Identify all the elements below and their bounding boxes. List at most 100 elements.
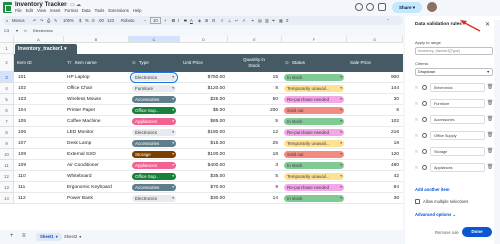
- unit-price-cell[interactable]: $400.00: [180, 160, 225, 171]
- formula-input[interactable]: Electronics: [33, 28, 53, 33]
- dropdown-option-input[interactable]: Appliances: [430, 163, 485, 172]
- row-header[interactable]: 2: [0, 54, 14, 72]
- criteria-select[interactable]: Dropdown ▾: [415, 68, 493, 76]
- item-id-cell[interactable]: 110: [18, 171, 58, 182]
- item-id-cell[interactable]: 109: [18, 160, 58, 171]
- sale-price-cell[interactable]: 84: [347, 182, 399, 193]
- sale-price-cell[interactable]: 6: [347, 105, 399, 116]
- trash-icon[interactable]: 🗑: [487, 116, 493, 122]
- item-name-cell[interactable]: External SSD: [67, 149, 129, 160]
- status-chip[interactable]: Re-purchase needed ▾: [284, 129, 344, 136]
- column-header-e[interactable]: E: [228, 36, 282, 43]
- comment-icon[interactable]: ▤: [258, 18, 262, 23]
- item-name-cell[interactable]: Air Conditioner: [67, 160, 129, 171]
- version-history-icon[interactable]: [355, 3, 363, 11]
- currency-format-button[interactable]: $: [79, 18, 81, 23]
- column-header-a[interactable]: A: [14, 36, 64, 43]
- type-chip[interactable]: Furniture ▾: [132, 85, 176, 92]
- increase-decimal-button[interactable]: .00: [98, 18, 104, 23]
- column-header-d[interactable]: D: [180, 36, 228, 43]
- menu-insert[interactable]: Insert: [50, 8, 60, 13]
- trash-icon[interactable]: 🗑: [487, 100, 493, 106]
- italic-icon[interactable]: I: [178, 18, 179, 23]
- drag-handle-icon[interactable]: ⠿: [415, 85, 418, 90]
- fill-color-icon[interactable]: ◈: [198, 18, 201, 23]
- row-header[interactable]: 14: [0, 193, 14, 204]
- search-menus-icon[interactable]: ⌕: [6, 18, 8, 23]
- text-color-icon[interactable]: A: [190, 18, 193, 23]
- merge-cells-icon[interactable]: ⊟: [212, 18, 216, 23]
- status-chip[interactable]: In stock ▾: [284, 118, 344, 125]
- select-all-corner[interactable]: [0, 36, 14, 43]
- unit-price-cell[interactable]: $70.00: [180, 182, 225, 193]
- type-chip[interactable]: Electronics ▾: [130, 72, 178, 83]
- add-sheet-button[interactable]: +: [10, 233, 14, 239]
- redo-icon[interactable]: ↷: [40, 18, 44, 23]
- item-name-cell[interactable]: Whiteboard: [67, 171, 129, 182]
- quantity-cell[interactable]: 25: [228, 138, 278, 149]
- row-header[interactable]: 10: [0, 149, 14, 160]
- sale-price-cell[interactable]: 144: [347, 83, 399, 94]
- type-chip[interactable]: Appliances ▾: [132, 118, 176, 125]
- quantity-cell[interactable]: 5: [228, 116, 278, 127]
- unit-price-cell[interactable]: $35.00: [180, 171, 225, 182]
- sale-price-cell[interactable]: 216: [347, 127, 399, 138]
- table-header-status[interactable]: ⊙ Status: [285, 54, 346, 72]
- item-id-cell[interactable]: 103: [18, 94, 58, 105]
- status-chip[interactable]: Re-purchase needed ▾: [284, 184, 344, 191]
- font-size-decrease-icon[interactable]: −: [144, 18, 146, 23]
- item-id-cell[interactable]: 105: [18, 116, 58, 127]
- quantity-cell[interactable]: 15: [228, 72, 278, 83]
- undo-icon[interactable]: ↶: [33, 18, 37, 23]
- remove-rule-button[interactable]: Remove rule: [435, 230, 459, 235]
- link-icon[interactable]: ⚭: [251, 18, 255, 23]
- sale-price-cell[interactable]: 36: [347, 193, 399, 204]
- type-chip[interactable]: Electronics ▾: [132, 195, 176, 202]
- row-header[interactable]: 1: [0, 43, 14, 54]
- sheets-logo-icon[interactable]: [3, 2, 12, 13]
- menu-view[interactable]: View: [37, 8, 46, 13]
- type-chip[interactable]: Office Sup... ▾: [132, 107, 176, 114]
- sale-price-cell[interactable]: 102: [347, 116, 399, 127]
- comments-icon[interactable]: [366, 3, 374, 11]
- sheet-tab-sheet2[interactable]: Sheet2 ▾: [60, 233, 85, 241]
- menu-help[interactable]: Help: [133, 8, 142, 13]
- type-chip[interactable]: Electronics ▾: [132, 129, 176, 136]
- quantity-cell[interactable]: 5: [228, 171, 278, 182]
- name-box-dropdown-icon[interactable]: ▾: [16, 28, 18, 33]
- item-id-cell[interactable]: 111: [18, 182, 58, 193]
- print-icon[interactable]: ⎙: [47, 18, 50, 23]
- name-box[interactable]: C3: [4, 28, 9, 33]
- quantity-cell[interactable]: 50: [228, 94, 278, 105]
- status-chip[interactable]: In stock ▾: [284, 162, 344, 169]
- item-name-cell[interactable]: Printer Paper: [67, 105, 129, 116]
- strikethrough-icon[interactable]: S: [184, 18, 187, 23]
- number-format-button[interactable]: 123: [107, 18, 114, 23]
- spreadsheet-grid[interactable]: ABCDEFG 1 2 3 4 5 6 7 8 9 10 11 12 13 14 Inventory_tr…: [0, 36, 403, 230]
- table-header-type[interactable]: ⊙ Type: [132, 54, 179, 72]
- menu-format[interactable]: Format: [64, 8, 77, 13]
- document-title[interactable]: Inventory Tracker: [15, 1, 67, 8]
- menu-extensions[interactable]: Extensions: [108, 8, 128, 13]
- status-chip[interactable]: Sold out ▾: [284, 107, 344, 114]
- item-name-cell[interactable]: Coffee Machine: [67, 116, 129, 127]
- table-header-quantity-in-stock[interactable]: Quantity in Stock: [231, 54, 281, 72]
- unit-price-cell[interactable]: $85.00: [180, 116, 225, 127]
- search-menus-label[interactable]: Menus: [12, 18, 25, 23]
- status-chip[interactable]: Sold out ▾: [284, 151, 344, 158]
- item-name-cell[interactable]: HP Laptop: [67, 72, 129, 83]
- sale-price-cell[interactable]: 120: [347, 149, 399, 160]
- quantity-cell[interactable]: 12: [228, 127, 278, 138]
- row-header[interactable]: 6: [0, 105, 14, 116]
- drag-handle-icon[interactable]: ⠿: [415, 165, 418, 170]
- apply-range-input[interactable]: Inventory_tracker1[Type]: [415, 47, 493, 55]
- type-chip[interactable]: Accessories ▾: [132, 140, 176, 147]
- row-header[interactable]: 8: [0, 127, 14, 138]
- status-chip[interactable]: In stock ▾: [284, 195, 344, 202]
- hide-menus-icon[interactable]: ⌃: [386, 18, 390, 23]
- item-id-cell[interactable]: 106: [18, 127, 58, 138]
- row-header[interactable]: 3: [0, 72, 14, 83]
- item-id-cell[interactable]: 101: [18, 72, 58, 83]
- type-chip[interactable]: Accessories ▾: [132, 184, 176, 191]
- table-header-sale-price[interactable]: Sale Price: [350, 54, 402, 72]
